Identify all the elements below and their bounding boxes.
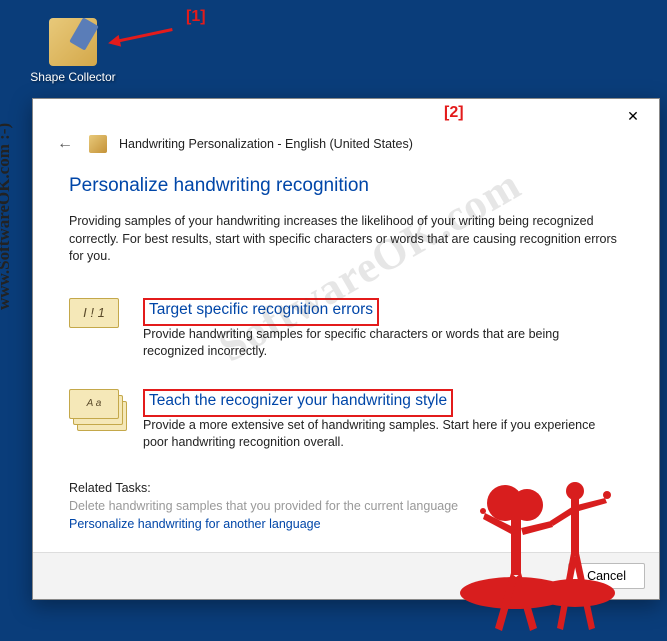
related-link[interactable]: Personalize handwriting for another lang… [69, 517, 623, 531]
option-teach-style: A a B b C c Teach the recognizer your ha… [69, 389, 623, 452]
close-button[interactable]: ✕ [617, 102, 649, 130]
dialog-footer: Cancel [33, 552, 659, 599]
target-errors-icon: I ! 1 [69, 298, 125, 340]
highlight-box-1: Target specific recognition errors [143, 298, 379, 326]
dialog-body: Personalize handwriting recognition Prov… [33, 163, 659, 531]
dialog-header: ← Handwriting Personalization - English … [33, 133, 659, 163]
handwriting-dialog: ✕ ← Handwriting Personalization - Englis… [32, 98, 660, 600]
dialog-titlebar: ✕ [33, 99, 659, 133]
annotation-label-1: [1] [186, 8, 206, 26]
shape-collector-icon [49, 18, 97, 66]
desktop-icon-label: Shape Collector [28, 70, 118, 84]
highlight-box-2: Teach the recognizer your handwriting st… [143, 389, 453, 417]
annotation-label-2: [2] [444, 104, 464, 122]
page-heading: Personalize handwriting recognition [69, 175, 623, 197]
dialog-title: Handwriting Personalization - English (U… [119, 137, 413, 151]
annotation-arrow [115, 28, 172, 43]
watermark-vertical: www.SoftwareOK.com :-) [0, 123, 14, 310]
annotation-arrow-head [107, 35, 121, 49]
target-errors-link[interactable]: Target specific recognition errors [149, 301, 373, 319]
desktop-icon-shape-collector[interactable]: Shape Collector [28, 18, 118, 84]
teach-style-link[interactable]: Teach the recognizer your handwriting st… [149, 392, 447, 410]
teach-style-desc: Provide a more extensive set of handwrit… [143, 417, 623, 452]
back-button[interactable]: ← [53, 133, 77, 155]
teach-style-icon: A a B b C c [69, 389, 125, 431]
intro-text: Providing samples of your handwriting in… [69, 213, 623, 266]
handwriting-icon [89, 135, 107, 153]
option-target-errors: I ! 1 Target specific recognition errors… [69, 298, 623, 361]
related-heading: Related Tasks: [69, 481, 623, 495]
related-disabled-link: Delete handwriting samples that you prov… [69, 499, 623, 513]
cancel-button[interactable]: Cancel [568, 563, 645, 589]
target-errors-desc: Provide handwriting samples for specific… [143, 326, 623, 361]
related-tasks: Related Tasks: Delete handwriting sample… [69, 480, 623, 531]
